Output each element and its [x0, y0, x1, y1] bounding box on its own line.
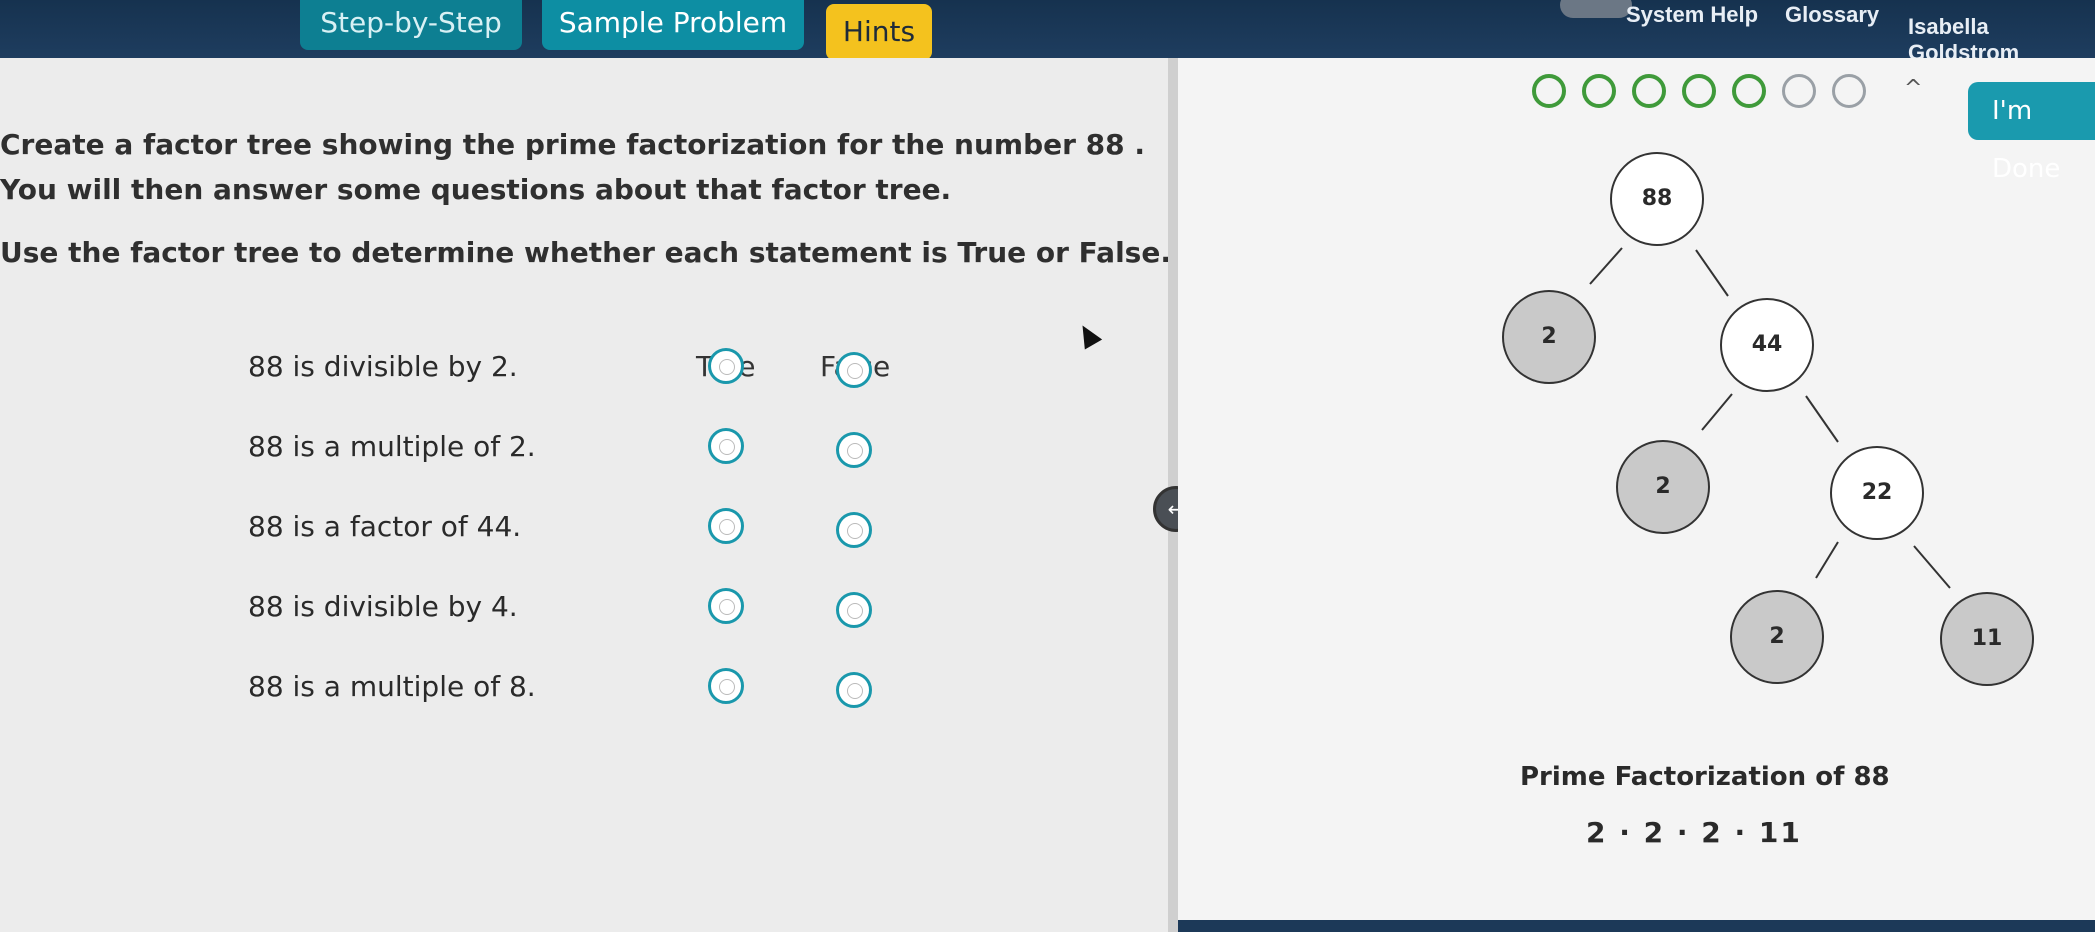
tree-node-44[interactable]: 44: [1720, 298, 1814, 392]
progress-dot-complete: [1682, 74, 1716, 108]
radio-true[interactable]: [708, 668, 744, 704]
radio-false[interactable]: [836, 672, 872, 708]
radio-false[interactable]: [836, 592, 872, 628]
progress-dot-complete: [1582, 74, 1616, 108]
progress-dot-complete: [1732, 74, 1766, 108]
tab-sample-problem[interactable]: Sample Problem: [542, 0, 804, 50]
statement-text: 88 is a multiple of 8.: [248, 670, 536, 703]
radio-true[interactable]: [708, 508, 744, 544]
instruction-line-2: You will then answer some questions abou…: [0, 173, 952, 206]
statement-row: 88 is a multiple of 2.: [248, 428, 948, 480]
progress-indicator: ^: [1532, 72, 1922, 112]
footer-bar: [1178, 920, 2095, 932]
statement-text: 88 is a multiple of 2.: [248, 430, 536, 463]
prime-factorization-value: 2 · 2 · 2 · 11: [1586, 816, 1802, 849]
im-done-button[interactable]: I'm Done: [1968, 82, 2095, 184]
progress-dot-incomplete: [1832, 74, 1866, 108]
radio-true[interactable]: [708, 588, 744, 624]
progress-dot-incomplete: [1782, 74, 1816, 108]
statement-row: 88 is divisible by 4.: [248, 588, 948, 640]
radio-false[interactable]: [836, 432, 872, 468]
statement-text: 88 is a factor of 44.: [248, 510, 522, 543]
radio-false[interactable]: [836, 512, 872, 548]
progress-dot-complete: [1632, 74, 1666, 108]
tree-node-22[interactable]: 22: [1830, 446, 1924, 540]
system-help-link[interactable]: System Help: [1626, 2, 1758, 28]
radio-false[interactable]: [836, 352, 872, 388]
statement-row: 88 is a multiple of 8.: [248, 668, 948, 720]
instruction-line-1: Create a factor tree showing the prime f…: [0, 128, 1146, 161]
chevron-up-icon[interactable]: ^: [1904, 76, 1922, 101]
toggle-switch[interactable]: [1560, 0, 1632, 18]
glossary-link[interactable]: Glossary: [1785, 2, 1879, 28]
top-bar: Step-by-Step Sample Problem Hints System…: [0, 0, 2095, 65]
tree-node-2[interactable]: 2: [1730, 590, 1824, 684]
tree-node-88[interactable]: 88: [1610, 152, 1704, 246]
statement-text: 88 is divisible by 2.: [248, 350, 518, 383]
tree-node-11[interactable]: 11: [1940, 592, 2034, 686]
statement-row: 88 is a factor of 44.: [248, 508, 948, 560]
statement-text: 88 is divisible by 4.: [248, 590, 518, 623]
tab-hints[interactable]: Hints: [826, 4, 932, 60]
statement-row: 88 is divisible by 2.: [248, 348, 948, 400]
tab-step-by-step[interactable]: Step-by-Step: [300, 0, 522, 50]
progress-dot-complete: [1532, 74, 1566, 108]
radio-true[interactable]: [708, 428, 744, 464]
instruction-line-3: Use the factor tree to determine whether…: [0, 236, 1171, 269]
tree-node-2[interactable]: 2: [1502, 290, 1596, 384]
prime-factorization-title: Prime Factorization of 88: [1520, 762, 1890, 792]
radio-true[interactable]: [708, 348, 744, 384]
question-panel: Create a factor tree showing the prime f…: [0, 58, 1171, 932]
tree-node-2[interactable]: 2: [1616, 440, 1710, 534]
